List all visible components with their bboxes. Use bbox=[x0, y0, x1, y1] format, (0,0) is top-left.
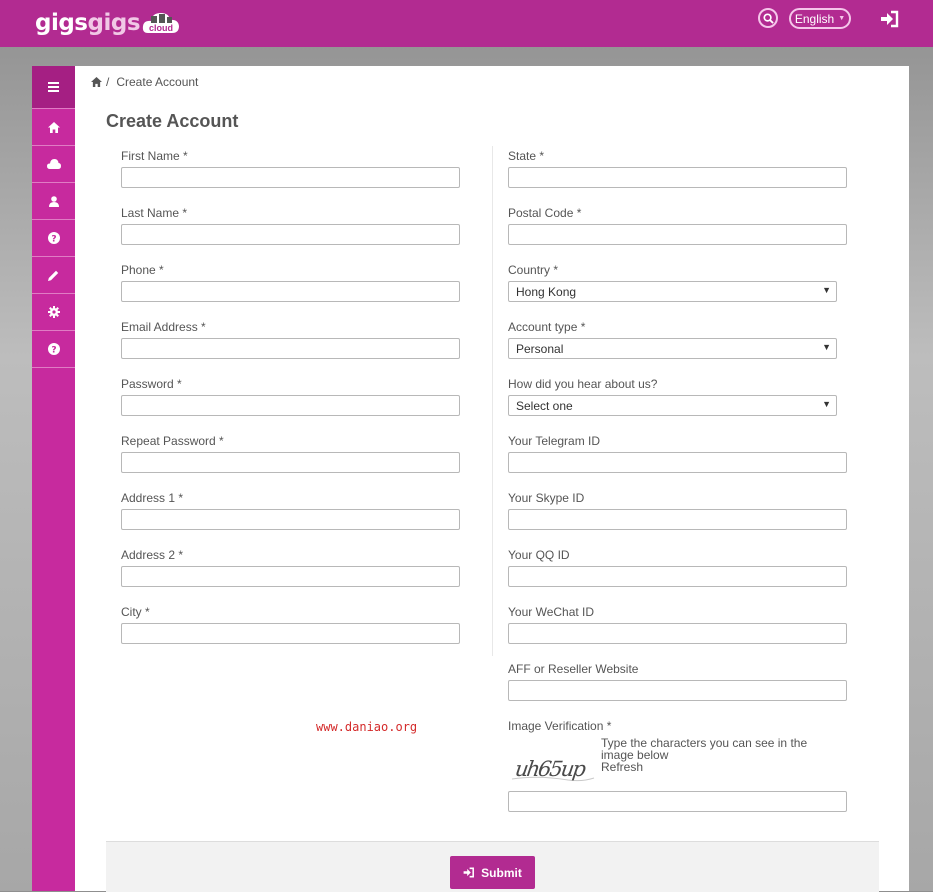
wechat-input[interactable] bbox=[508, 623, 847, 644]
sign-in-icon bbox=[463, 867, 475, 878]
address2-input[interactable] bbox=[121, 566, 460, 587]
skype-input[interactable] bbox=[508, 509, 847, 530]
question-icon: ? bbox=[47, 343, 60, 356]
sidebar-menu-toggle[interactable] bbox=[32, 66, 75, 109]
captcha-help-text: Type the characters you can see in the i… bbox=[601, 737, 831, 773]
pencil-icon bbox=[48, 270, 59, 281]
search-icon bbox=[762, 12, 774, 24]
address1-label: Address 1 * bbox=[121, 491, 184, 505]
telegram-label: Your Telegram ID bbox=[508, 434, 601, 448]
account-type-selected-value: Personal bbox=[516, 341, 564, 356]
address2-label: Address 2 * bbox=[121, 548, 184, 562]
cloud-icon bbox=[46, 159, 61, 169]
sidebar-item-settings[interactable] bbox=[32, 294, 75, 331]
search-button[interactable] bbox=[758, 8, 778, 28]
account-type-select[interactable]: Personal ▼ bbox=[508, 338, 837, 359]
password-input[interactable] bbox=[121, 395, 460, 416]
language-selector[interactable]: English ▼ bbox=[789, 8, 851, 29]
chevron-down-icon: ▼ bbox=[822, 399, 831, 409]
menu-icon bbox=[48, 82, 59, 92]
sidebar-item-cloud[interactable] bbox=[32, 146, 75, 183]
skype-label: Your Skype ID bbox=[508, 491, 585, 505]
logo-cloud-icon: cloud bbox=[142, 9, 180, 37]
postal-code-label: Postal Code * bbox=[508, 206, 582, 220]
email-input[interactable] bbox=[121, 338, 460, 359]
sidebar-item-edit[interactable] bbox=[32, 257, 75, 294]
captcha-input[interactable] bbox=[508, 791, 847, 812]
home-icon bbox=[47, 121, 60, 133]
captcha-text: uh65up bbox=[514, 756, 589, 781]
first-name-label: First Name * bbox=[121, 149, 188, 163]
sidebar-item-home[interactable] bbox=[32, 109, 75, 146]
phone-input[interactable] bbox=[121, 281, 460, 302]
gear-icon bbox=[47, 306, 60, 318]
sidebar: ? ? bbox=[32, 66, 75, 891]
user-icon bbox=[48, 195, 59, 207]
main-panel: / Create Account Create Account First Na… bbox=[75, 66, 909, 892]
telegram-input[interactable] bbox=[508, 452, 847, 473]
country-label: Country * bbox=[508, 263, 559, 277]
chevron-down-icon: ▼ bbox=[822, 342, 831, 352]
country-select[interactable]: Hong Kong ▼ bbox=[508, 281, 837, 302]
top-navbar: gigsgigs cloud English ▼ bbox=[0, 0, 933, 47]
city-input[interactable] bbox=[121, 623, 460, 644]
country-selected-value: Hong Kong bbox=[516, 284, 577, 299]
sidebar-item-account[interactable] bbox=[32, 183, 75, 220]
column-divider bbox=[492, 146, 493, 656]
aff-website-input[interactable] bbox=[508, 680, 847, 701]
last-name-input[interactable] bbox=[121, 224, 460, 245]
logo-cloud-label: cloud bbox=[149, 23, 174, 33]
qq-label: Your QQ ID bbox=[508, 548, 570, 562]
page-title: Create Account bbox=[106, 111, 239, 131]
home-icon[interactable] bbox=[91, 77, 102, 87]
logo[interactable]: gigsgigs cloud bbox=[35, 6, 180, 40]
chevron-down-icon: ▼ bbox=[838, 15, 846, 22]
sign-in-icon[interactable] bbox=[880, 10, 900, 28]
password-label: Password * bbox=[121, 377, 182, 391]
svg-text:?: ? bbox=[51, 346, 56, 356]
email-label: Email Address * bbox=[121, 320, 206, 334]
wechat-label: Your WeChat ID bbox=[508, 605, 595, 619]
city-label: City * bbox=[121, 605, 150, 619]
sidebar-item-help[interactable]: ? bbox=[32, 220, 75, 257]
captcha-image: uh65up bbox=[508, 749, 596, 789]
state-input[interactable] bbox=[508, 167, 847, 188]
heard-about-label: How did you hear about us? bbox=[508, 377, 658, 391]
breadcrumb: / Create Account bbox=[91, 75, 198, 89]
repeat-password-input[interactable] bbox=[121, 452, 460, 473]
captcha-refresh-link[interactable]: Refresh bbox=[601, 761, 831, 773]
logo-text: gigsgigs bbox=[35, 10, 141, 36]
sidebar-item-support[interactable]: ? bbox=[32, 331, 75, 368]
submit-label: Submit bbox=[481, 865, 522, 880]
logo-word-1: gigs bbox=[35, 10, 88, 36]
submit-button[interactable]: Submit bbox=[450, 856, 535, 889]
aff-website-label: AFF or Reseller Website bbox=[508, 662, 639, 676]
address1-input[interactable] bbox=[121, 509, 460, 530]
svg-text:?: ? bbox=[51, 235, 56, 245]
qq-input[interactable] bbox=[508, 566, 847, 587]
heard-about-selected-value: Select one bbox=[516, 398, 573, 413]
repeat-password-label: Repeat Password * bbox=[121, 434, 224, 448]
state-label: State * bbox=[508, 149, 545, 163]
account-type-label: Account type * bbox=[508, 320, 586, 334]
first-name-input[interactable] bbox=[121, 167, 460, 188]
question-icon: ? bbox=[47, 232, 60, 245]
watermark-text: www.daniao.org bbox=[316, 720, 418, 734]
phone-label: Phone * bbox=[121, 263, 164, 277]
breadcrumb-separator: / bbox=[106, 75, 110, 89]
logo-word-2: gigs bbox=[87, 10, 141, 36]
heard-about-select[interactable]: Select one ▼ bbox=[508, 395, 837, 416]
postal-code-input[interactable] bbox=[508, 224, 847, 245]
language-label: English bbox=[794, 11, 835, 26]
last-name-label: Last Name * bbox=[121, 206, 188, 220]
breadcrumb-current: Create Account bbox=[116, 75, 199, 89]
chevron-down-icon: ▼ bbox=[822, 285, 831, 295]
image-verification-label: Image Verification * bbox=[508, 719, 612, 733]
